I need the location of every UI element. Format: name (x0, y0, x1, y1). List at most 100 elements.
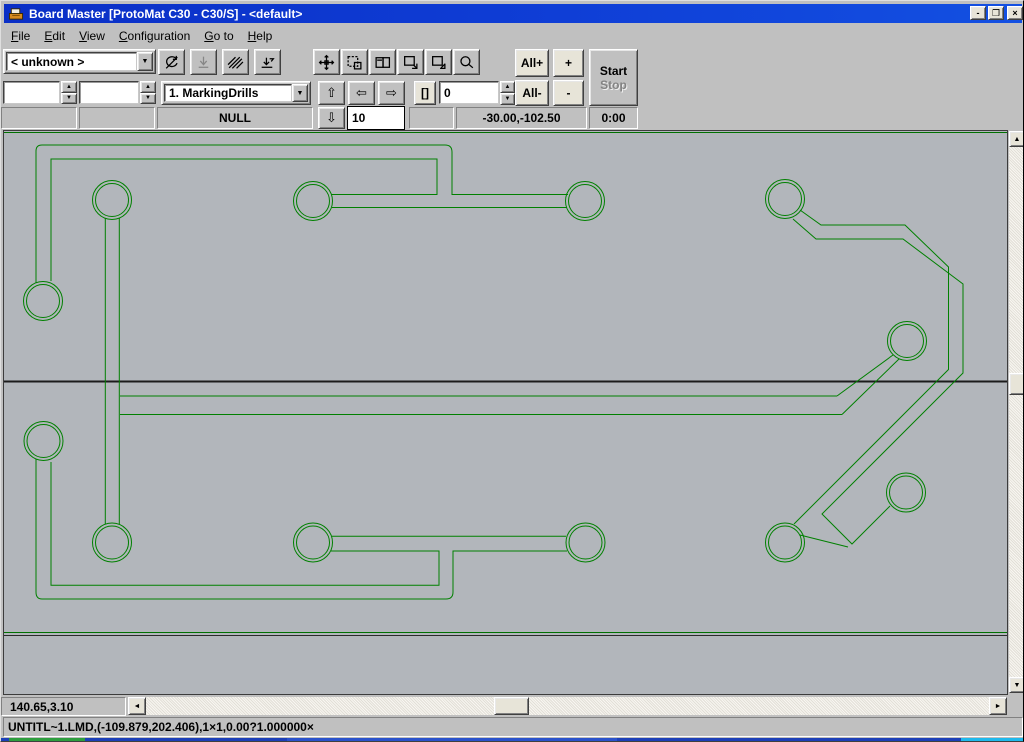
to-back-button[interactable] (425, 49, 452, 75)
zoom-icon (458, 54, 475, 71)
spin-up-icon[interactable]: ▲ (140, 81, 156, 93)
x-position-spinner[interactable]: ▲ ▼ (61, 81, 77, 104)
pcb-pad (891, 325, 924, 358)
pcb-pad (566, 523, 605, 562)
pcb-pad (569, 526, 602, 559)
move-down-button[interactable]: ⇩ (318, 107, 345, 129)
phase-combo-arrow[interactable]: ▼ (292, 84, 308, 102)
step-field[interactable]: 10 (347, 106, 405, 130)
pcb-pad (93, 181, 132, 220)
phase-combo[interactable]: 1. MarkingDrills ▼ (161, 81, 311, 105)
stop-label: Stop (600, 78, 627, 92)
arrow-right-icon: ► (995, 703, 1002, 710)
spin-down-icon[interactable]: ▼ (500, 93, 515, 105)
tool-status-cell: NULL (157, 107, 313, 129)
to-back-icon (430, 54, 447, 71)
pcb-pad (27, 285, 60, 318)
pcb-pad (566, 182, 605, 221)
position-status-cell: -30.00,-102.50 (456, 107, 587, 129)
move-right-button[interactable]: ⇨ (378, 81, 405, 105)
start-stop-button[interactable]: Start Stop (589, 49, 638, 106)
y-position-spinner[interactable]: ▲ ▼ (140, 81, 156, 104)
mill-head-icon (259, 54, 276, 71)
arrow-left-icon: ◄ (134, 703, 141, 710)
horizontal-scrollbar[interactable]: ◄ ► (128, 697, 1007, 715)
pcb-pad (297, 526, 330, 559)
taskbar-window-edge[interactable] (287, 738, 617, 742)
close-button[interactable]: × (1007, 6, 1023, 20)
minimize-button[interactable]: - (970, 6, 986, 20)
plus-button[interactable]: + (553, 49, 584, 77)
scroll-up-button[interactable]: ▲ (1009, 131, 1024, 147)
pcb-pad (24, 282, 63, 321)
pcb-pad (96, 184, 129, 217)
spin-down-icon[interactable]: ▼ (140, 93, 156, 105)
pcb-pad (294, 182, 333, 221)
file-info-text: UNTITL~1.LMD,(-109.879,202.406),1×1,0.00… (8, 720, 314, 734)
to-front-button[interactable] (397, 49, 424, 75)
spin-up-icon[interactable]: ▲ (500, 81, 515, 93)
pcb-canvas[interactable] (3, 130, 1008, 695)
tool-head-combo-value[interactable]: < unknown > (6, 52, 137, 71)
zoom-button[interactable] (453, 49, 480, 75)
menu-view[interactable]: View (79, 29, 105, 43)
reset-connection-button[interactable] (158, 49, 185, 75)
menu-configuration[interactable]: Configuration (119, 29, 190, 43)
y-position-field[interactable] (79, 81, 139, 104)
vertical-scrollbar[interactable]: ▲ ▼ (1009, 131, 1024, 693)
horizontal-scrollbar-thumb[interactable] (494, 697, 529, 715)
pcb-pad (888, 322, 927, 361)
x-position-field[interactable] (3, 81, 60, 104)
app-window: Board Master [ProtoMat C30 - C30/S] - <d… (0, 0, 1024, 742)
menu-file[interactable]: File (11, 29, 30, 43)
menu-go-to[interactable]: Go to (204, 29, 233, 43)
taskbar-start-edge[interactable] (9, 738, 85, 742)
brackets-button[interactable]: [] (414, 81, 436, 105)
title-bar[interactable]: Board Master [ProtoMat C30 - C30/S] - <d… (4, 4, 1022, 23)
time-status-cell: 0:00 (589, 107, 638, 129)
scroll-down-button[interactable]: ▼ (1009, 677, 1024, 693)
menu-help[interactable]: Help (248, 29, 273, 43)
milling-area-button[interactable] (222, 49, 249, 75)
menu-edit[interactable]: Edit (44, 29, 65, 43)
all-minus-button[interactable]: All- (515, 80, 549, 106)
all-plus-button[interactable]: All+ (515, 49, 549, 77)
status-cell-1 (1, 107, 77, 129)
copy-window-button[interactable] (341, 49, 368, 75)
status-cell-3 (409, 107, 454, 129)
pcb-pad (24, 422, 63, 461)
move-head-button[interactable] (313, 49, 340, 75)
pcb-drawing (4, 131, 1007, 694)
scroll-left-button[interactable]: ◄ (128, 697, 146, 715)
pcb-pad (297, 185, 330, 218)
status-bar: UNTITL~1.LMD,(-109.879,202.406),1×1,0.00… (3, 717, 1023, 737)
arrow-down-icon: ▼ (1014, 682, 1021, 689)
tool-head-combo[interactable]: < unknown > ▼ (3, 49, 156, 74)
scroll-right-button[interactable]: ► (989, 697, 1007, 715)
mill-head-button[interactable] (254, 49, 281, 75)
spin-down-icon[interactable]: ▼ (61, 93, 77, 105)
pcb-pad (294, 523, 333, 562)
restore-icon: ❐ (992, 8, 1000, 19)
move-head-icon (318, 54, 335, 71)
status-cell-2 (79, 107, 155, 129)
count-spinner[interactable]: ▲ ▼ (500, 81, 515, 105)
move-up-button[interactable]: ⇧ (318, 81, 345, 105)
restore-button[interactable]: ❐ (988, 6, 1004, 20)
phase-combo-value[interactable]: 1. MarkingDrills (164, 84, 292, 102)
vertical-scrollbar-thumb[interactable] (1009, 373, 1024, 395)
duplicate-window-button[interactable] (369, 49, 396, 75)
import-data-button[interactable] (190, 49, 217, 75)
pcb-pad (27, 425, 60, 458)
taskbar-tray-edge[interactable] (961, 738, 1024, 742)
window-title: Board Master [ProtoMat C30 - C30/S] - <d… (29, 7, 302, 21)
close-icon: × (1012, 8, 1017, 18)
app-icon (8, 6, 24, 21)
pcb-pad (769, 183, 802, 216)
move-left-button[interactable]: ⇦ (348, 81, 375, 105)
spin-up-icon[interactable]: ▲ (61, 81, 77, 93)
count-field[interactable]: 0 (439, 81, 499, 104)
tool-head-combo-arrow[interactable]: ▼ (137, 52, 153, 71)
to-front-icon (402, 54, 419, 71)
minus-button[interactable]: - (553, 80, 584, 106)
